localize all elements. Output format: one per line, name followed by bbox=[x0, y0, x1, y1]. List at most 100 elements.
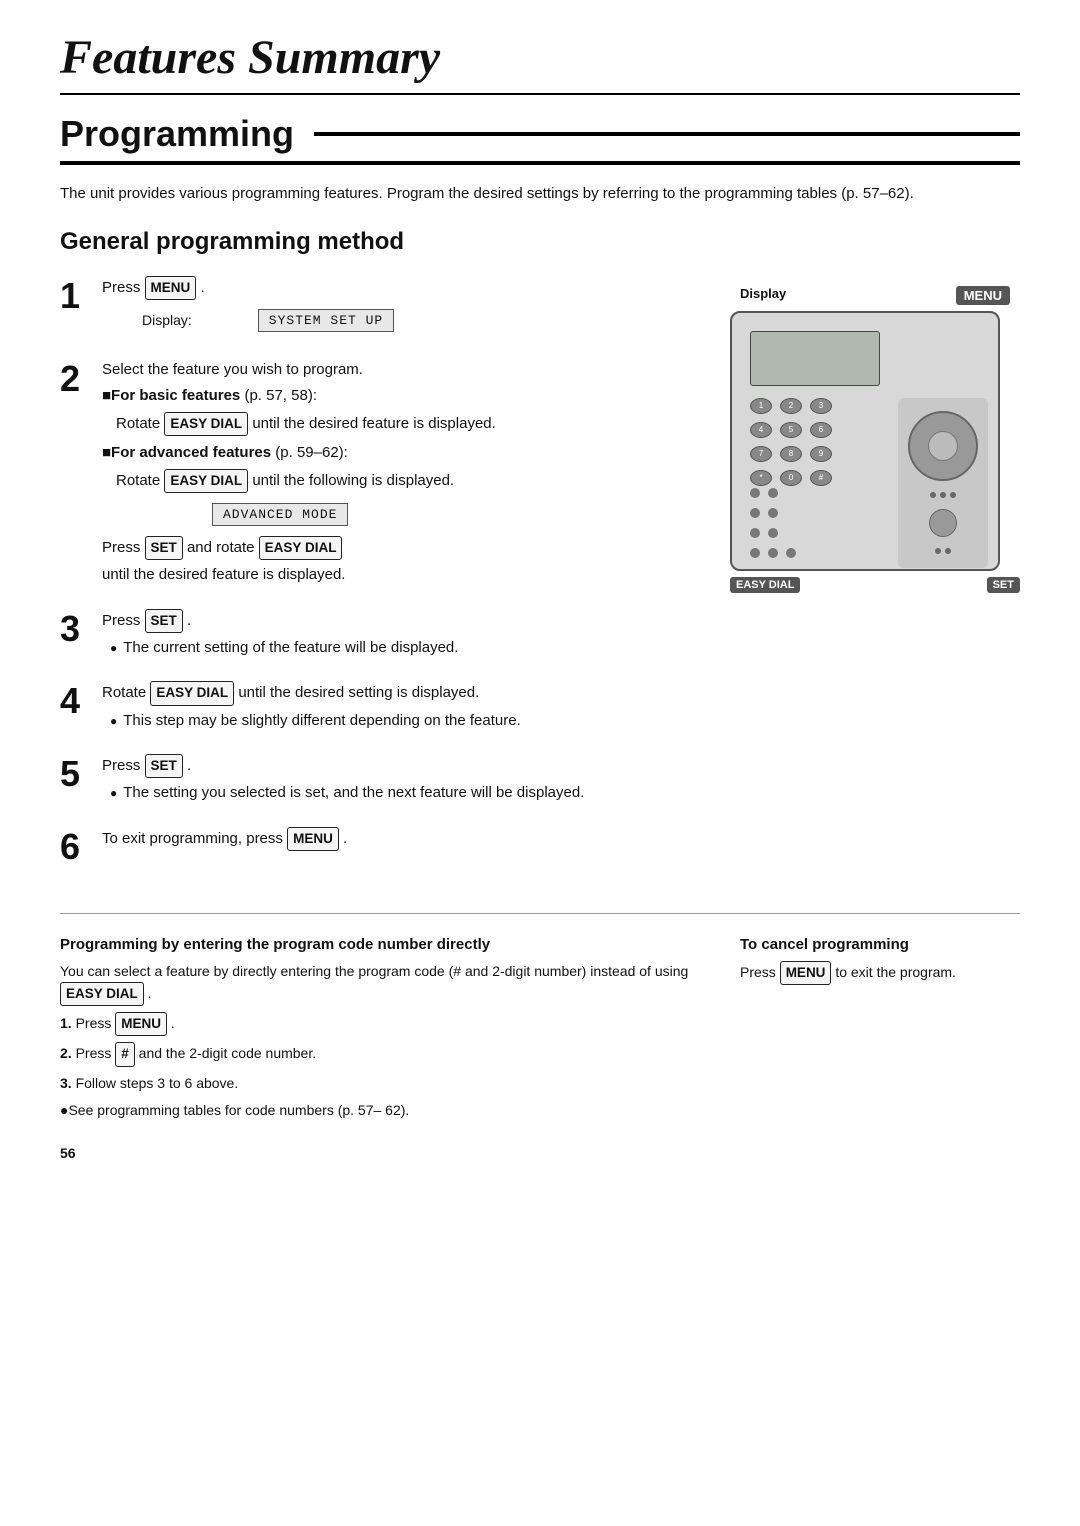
indicator-5 bbox=[750, 528, 760, 538]
step-1: 1 Press MENU . Display: SYSTEM SET UP bbox=[60, 276, 700, 341]
dot-3 bbox=[950, 492, 956, 498]
left-indicators-3 bbox=[750, 528, 778, 538]
step-3-content: Press SET . The current setting of the f… bbox=[102, 609, 700, 664]
dot-5 bbox=[945, 548, 951, 554]
bottom-left-title: Programming by entering the program code… bbox=[60, 936, 690, 953]
easy-dial-key-2c: EASY DIAL bbox=[259, 536, 343, 560]
step-2-until: until the desired feature is displayed. bbox=[102, 564, 700, 587]
step-2-press-set: Press SET and rotate EASY DIAL bbox=[102, 536, 700, 560]
indicator-3 bbox=[750, 508, 760, 518]
indicator-8 bbox=[768, 548, 778, 558]
step-1-content: Press MENU . Display: SYSTEM SET UP bbox=[102, 276, 700, 341]
bottom-section: Programming by entering the program code… bbox=[60, 913, 1020, 1127]
easy-dial-center bbox=[928, 431, 958, 461]
left-indicators-2 bbox=[750, 508, 778, 518]
step-1-text: Press MENU . bbox=[102, 276, 700, 300]
device-bottom-labels: EASY DIAL SET bbox=[730, 577, 1020, 593]
indicator-2 bbox=[768, 488, 778, 498]
step-2-content: Select the feature you wish to program. … bbox=[102, 359, 700, 591]
display-label-1: Display: bbox=[142, 312, 192, 328]
key-hash: # bbox=[810, 470, 832, 486]
step-4-number: 4 bbox=[60, 683, 88, 719]
indicator-9 bbox=[786, 548, 796, 558]
bottom-note: ●See programming tables for code numbers… bbox=[60, 1100, 690, 1121]
device-column: Display MENU 1 2 3 4 5 6 7 8 9 * bbox=[730, 276, 1020, 593]
intro-text: The unit provides various programming fe… bbox=[60, 183, 1020, 206]
step-5-number: 5 bbox=[60, 756, 88, 792]
step-2-text: Select the feature you wish to program. bbox=[102, 359, 700, 382]
set-label-device: SET bbox=[987, 577, 1020, 593]
easy-dial-control bbox=[908, 411, 978, 481]
step-2-number: 2 bbox=[60, 361, 88, 397]
step-4: 4 Rotate EASY DIAL until the desired set… bbox=[60, 681, 700, 736]
key-8: 8 bbox=[780, 446, 802, 462]
general-programming-title: General programming method bbox=[60, 228, 1020, 256]
system-set-up-display: SYSTEM SET UP bbox=[258, 309, 394, 332]
device-illustration: 1 2 3 4 5 6 7 8 9 * 0 # bbox=[730, 311, 1000, 571]
indicator-1 bbox=[750, 488, 760, 498]
steps-column: 1 Press MENU . Display: SYSTEM SET UP 2 … bbox=[60, 276, 700, 883]
easy-dial-label-device: EASY DIAL bbox=[730, 577, 800, 593]
step-6-content: To exit programming, press MENU . bbox=[102, 827, 700, 855]
step-2: 2 Select the feature you wish to program… bbox=[60, 359, 700, 591]
page-title: Features Summary bbox=[60, 30, 1020, 95]
dot-2 bbox=[940, 492, 946, 498]
device-keypad: 1 2 3 4 5 6 7 8 9 * 0 # bbox=[750, 398, 836, 490]
bottom-left-intro: You can select a feature by directly ent… bbox=[60, 961, 690, 1006]
key-star: * bbox=[750, 470, 772, 486]
step-3-bullet: The current setting of the feature will … bbox=[110, 637, 700, 660]
easy-dial-key-2b: EASY DIAL bbox=[164, 469, 248, 493]
bottom-right-title: To cancel programming bbox=[740, 936, 1020, 953]
key-2: 2 bbox=[780, 398, 802, 414]
set-key-5: SET bbox=[145, 754, 183, 778]
step-5-content: Press SET . The setting you selected is … bbox=[102, 754, 700, 809]
key-3: 3 bbox=[810, 398, 832, 414]
easy-dial-key-bottom: EASY DIAL bbox=[60, 982, 144, 1006]
step-6-text: To exit programming, press MENU . bbox=[102, 827, 700, 851]
device-container: Display MENU 1 2 3 4 5 6 7 8 9 * bbox=[730, 286, 1020, 593]
menu-key-6: MENU bbox=[287, 827, 339, 851]
bottom-left: Programming by entering the program code… bbox=[60, 936, 690, 1127]
menu-label-device: MENU bbox=[956, 286, 1010, 305]
key-5: 5 bbox=[780, 422, 802, 438]
dots-row-2 bbox=[935, 548, 951, 554]
key-6: 6 bbox=[810, 422, 832, 438]
dots-row bbox=[930, 492, 956, 498]
set-key-3: SET bbox=[145, 609, 183, 633]
step-3-number: 3 bbox=[60, 611, 88, 647]
key-1: 1 bbox=[750, 398, 772, 414]
dot-1 bbox=[930, 492, 936, 498]
indicator-6 bbox=[768, 528, 778, 538]
section-programming: Programming bbox=[60, 113, 1020, 165]
indicator-4 bbox=[768, 508, 778, 518]
hash-key-bottom: # bbox=[115, 1042, 135, 1066]
step-3-text: Press SET . bbox=[102, 609, 700, 633]
menu-key-cancel: MENU bbox=[780, 961, 832, 985]
display-label-device: Display bbox=[740, 286, 786, 305]
easy-dial-key-4: EASY DIAL bbox=[150, 681, 234, 705]
main-content: 1 Press MENU . Display: SYSTEM SET UP 2 … bbox=[60, 276, 1020, 883]
set-key-2: SET bbox=[145, 536, 183, 560]
left-indicators bbox=[750, 488, 778, 498]
menu-key-1: MENU bbox=[145, 276, 197, 300]
step-6-number: 6 bbox=[60, 829, 88, 865]
step-5-bullet: The setting you selected is set, and the… bbox=[110, 782, 700, 805]
step-4-text: Rotate EASY DIAL until the desired setti… bbox=[102, 681, 700, 705]
step-1-number: 1 bbox=[60, 278, 88, 314]
key-0: 0 bbox=[780, 470, 802, 486]
bottom-right: To cancel programming Press MENU to exit… bbox=[740, 936, 1020, 1127]
step-1-display-row: Display: SYSTEM SET UP bbox=[142, 305, 700, 336]
step-2-adv: ■For advanced features (p. 59–62): bbox=[102, 442, 700, 465]
advanced-mode-display: ADVANCED MODE bbox=[212, 503, 348, 526]
left-indicators-4 bbox=[750, 548, 796, 558]
key-4: 4 bbox=[750, 422, 772, 438]
step-6: 6 To exit programming, press MENU . bbox=[60, 827, 700, 865]
step-5-text: Press SET . bbox=[102, 754, 700, 778]
bottom-right-text: Press MENU to exit the program. bbox=[740, 961, 1020, 985]
advanced-mode-display-row: ADVANCED MODE bbox=[152, 499, 700, 530]
step-2-basic: ■For basic features (p. 57, 58): bbox=[102, 385, 700, 408]
device-right-panel bbox=[898, 398, 988, 568]
device-top-labels: Display MENU bbox=[730, 286, 1020, 305]
indicator-7 bbox=[750, 548, 760, 558]
bottom-step-1: 1. Press MENU . bbox=[60, 1012, 690, 1036]
